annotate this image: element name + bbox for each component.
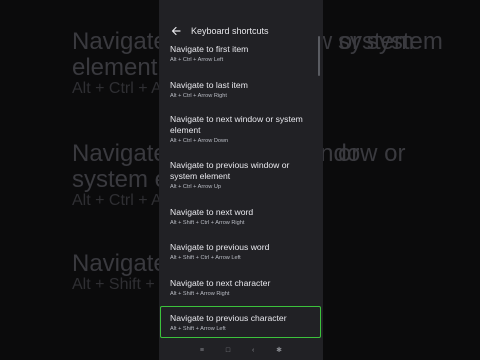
- bg-fragment: system: [338, 28, 415, 55]
- scrollbar[interactable]: [318, 36, 320, 76]
- item-title: Navigate to next character: [170, 278, 271, 288]
- phone-screen: Keyboard shortcuts Navigate to first ite…: [159, 0, 323, 360]
- item-shortcut: Alt + Shift + Ctrl + Arrow Right: [170, 220, 245, 226]
- home-icon[interactable]: □: [226, 347, 230, 355]
- item-title: Navigate to previous word: [170, 242, 270, 252]
- bg-line: element: [72, 54, 158, 81]
- item-shortcut: Alt + Ctrl + Arrow Left: [170, 57, 224, 63]
- list-item[interactable]: Navigate to previous window or system el…: [159, 160, 323, 191]
- list-item[interactable]: Navigate to next word Alt + Shift + Ctrl…: [159, 207, 323, 227]
- list-item[interactable]: Navigate to next character Alt + Shift +…: [159, 278, 323, 298]
- list-item[interactable]: Navigate to previous word Alt + Shift + …: [159, 242, 323, 262]
- back-icon[interactable]: ‹: [252, 347, 254, 355]
- item-shortcut: Alt + Shift + Ctrl + Arrow Left: [170, 255, 241, 261]
- item-shortcut: Alt + Shift + Arrow Right: [170, 291, 230, 297]
- arrow-back-icon[interactable]: [165, 22, 187, 40]
- item-title: Navigate to last item: [170, 80, 248, 90]
- bg-fragment: or: [338, 140, 360, 167]
- nav-bar: ≡ □ ‹ ✱: [159, 342, 323, 360]
- item-title: Navigate to previous window or system el…: [170, 160, 290, 181]
- list-item[interactable]: Navigate to last item Alt + Ctrl + Arrow…: [159, 80, 323, 100]
- item-title: Navigate to next word: [170, 207, 254, 217]
- menu-icon[interactable]: ≡: [200, 347, 204, 355]
- list-item[interactable]: Navigate to first item Alt + Ctrl + Arro…: [159, 44, 323, 64]
- list-item[interactable]: Navigate to next window or system elemen…: [159, 114, 323, 145]
- item-shortcut: Alt + Ctrl + Arrow Right: [170, 93, 227, 99]
- accessibility-icon[interactable]: ✱: [276, 347, 282, 355]
- page-title: Keyboard shortcuts: [191, 26, 269, 36]
- item-shortcut: Alt + Ctrl + Arrow Up: [170, 184, 221, 190]
- app-bar: Keyboard shortcuts: [159, 20, 323, 42]
- item-title: Navigate to next window or system elemen…: [170, 114, 303, 135]
- item-shortcut: Alt + Ctrl + Arrow Down: [170, 138, 229, 144]
- item-title: Navigate to first item: [170, 44, 249, 54]
- focus-highlight: [160, 306, 321, 338]
